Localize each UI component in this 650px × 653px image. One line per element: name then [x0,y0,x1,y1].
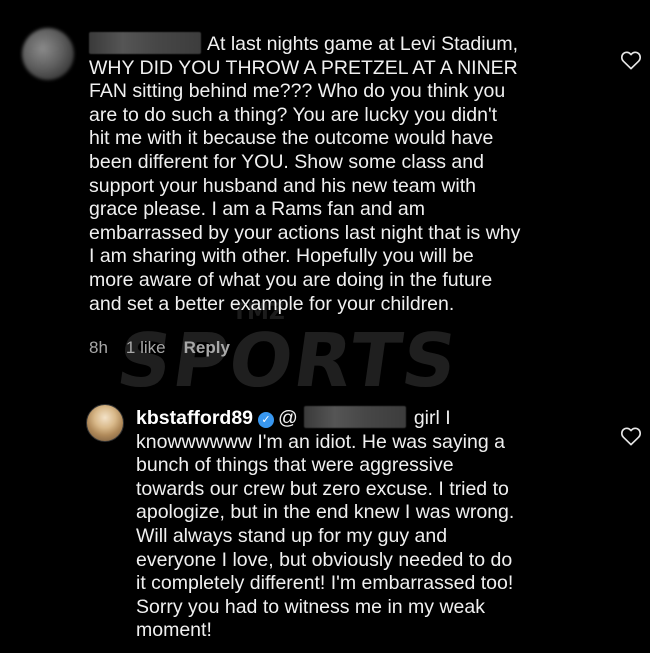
comment-2-body: kbstafford89 ✓ @ girl I knowwwwww I'm an id… [136,406,606,643]
commenter-avatar[interactable] [22,28,74,80]
heart-outline-icon[interactable] [620,426,642,446]
username-link[interactable]: kbstafford89 [136,407,253,429]
comment-1-likes[interactable]: 1 like [126,338,166,358]
mention-prefix[interactable]: @ [278,407,298,429]
comment-1-body: At last nights game at Levi Stadium, WHY… [89,32,609,316]
reply-button[interactable]: Reply [184,338,230,358]
comment-1-text: At last nights game at Levi Stadium, WHY… [89,33,521,315]
comment-1-time: 8h [89,338,108,357]
comment-2-text: knowwwwww I'm an idiot. He was saying a … [136,430,515,642]
watermark-logo: SPORTS [111,318,464,404]
comment-1-meta: 8h 1 like Reply [89,338,230,358]
kbstafford89-avatar[interactable] [86,404,124,442]
heart-outline-icon[interactable] [620,50,642,70]
comment-2-first-line-tail: girl I [413,407,451,429]
redacted-mention [303,406,406,428]
verified-badge-icon: ✓ [258,412,275,428]
redacted-username [89,32,201,54]
